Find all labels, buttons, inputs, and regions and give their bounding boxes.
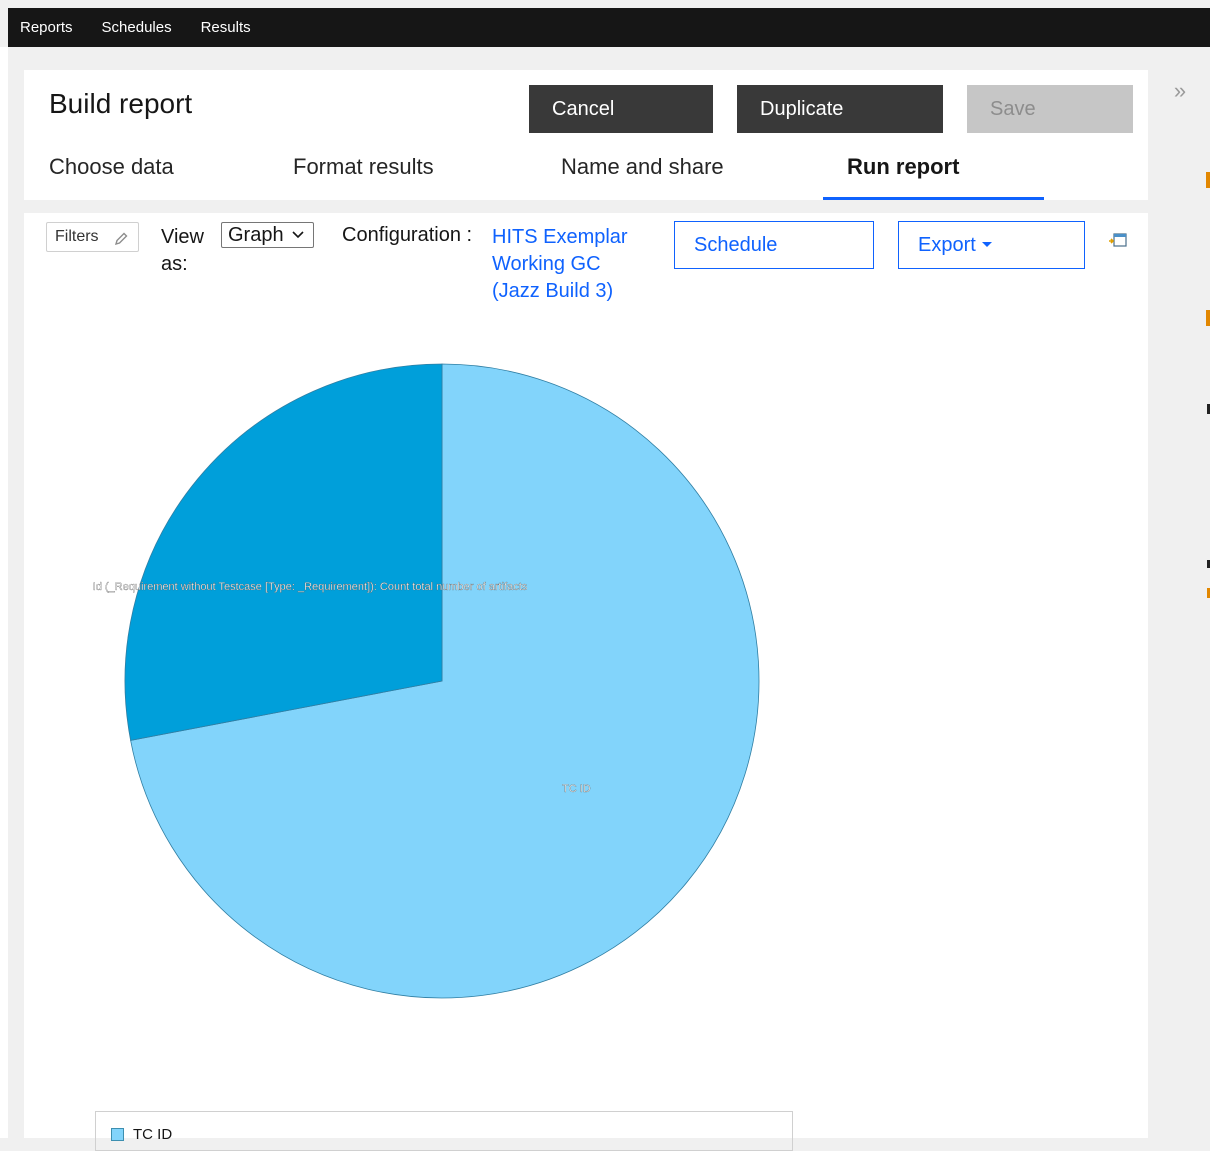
- legend-label: TC ID: [133, 1126, 173, 1143]
- build-report-header: Build report Cancel Duplicate Save Choos…: [24, 70, 1148, 200]
- slice-label: Id (_Requirement without Testcase [Type:…: [93, 581, 528, 593]
- page-title: Build report: [49, 88, 193, 119]
- tab-run-report[interactable]: Run report: [847, 154, 959, 180]
- nav-item-results[interactable]: Results: [201, 19, 251, 36]
- left-strip: [0, 47, 8, 1138]
- tab-choose-data[interactable]: Choose data: [49, 154, 174, 180]
- double-chevron-right-icon[interactable]: »: [1170, 78, 1190, 104]
- right-edge-mark: [1206, 172, 1210, 188]
- duplicate-button[interactable]: Duplicate: [737, 85, 943, 133]
- legend-swatch: [111, 1128, 124, 1141]
- top-nav-bar: Reports Schedules Results: [8, 8, 1210, 47]
- save-button[interactable]: Save: [967, 85, 1133, 133]
- nav-item-reports[interactable]: Reports: [20, 19, 73, 36]
- slice-label: TC ID: [562, 783, 591, 795]
- tab-name-and-share[interactable]: Name and share: [561, 154, 724, 180]
- report-content: Filters View as: Graph Configuration : H…: [24, 213, 1148, 1151]
- cancel-button[interactable]: Cancel: [529, 85, 713, 133]
- pie-slice[interactable]: [124, 363, 443, 741]
- chart-legend: TC ID: [95, 1111, 793, 1151]
- active-tab-indicator: [823, 197, 1044, 200]
- tab-format-results[interactable]: Format results: [293, 154, 434, 180]
- right-edge-mark: [1206, 310, 1210, 326]
- pie-chart: TC ID Id (_Requirement without Testcase […: [93, 363, 760, 999]
- legend-item: TC ID: [111, 1127, 172, 1142]
- nav-item-schedules[interactable]: Schedules: [102, 19, 172, 36]
